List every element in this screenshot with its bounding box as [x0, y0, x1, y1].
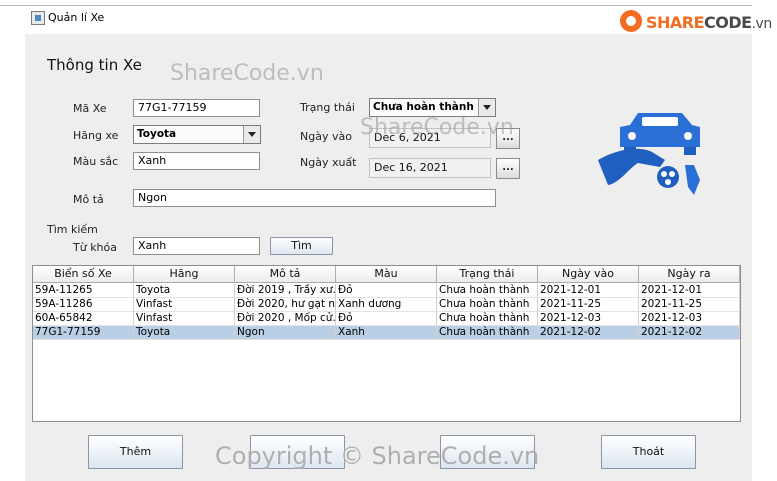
table-cell: Đời 2020 , Mốp cử...: [235, 312, 336, 326]
ngay-vao-date-field[interactable]: Dec 6, 2021: [369, 128, 491, 148]
ma-xe-label: Mã Xe: [73, 102, 107, 115]
logo-part3: .vn: [751, 16, 773, 32]
mo-ta-label: Mô tả: [73, 193, 104, 206]
sharecode-logo-text: SHARECODE.vn: [646, 13, 772, 32]
window-top-border: [0, 5, 752, 6]
vehicle-table[interactable]: Biển số Xe Hãng Mô tả Màu Trạng thái Ngà…: [32, 265, 741, 422]
table-cell: 77G1-77159: [33, 326, 134, 340]
hang-xe-select[interactable]: Toyota: [133, 125, 261, 144]
trang-thai-label: Trạng thái: [300, 101, 355, 114]
ma-xe-input[interactable]: 77G1-77159: [133, 99, 260, 117]
table-cell: Vinfast: [134, 312, 235, 326]
table-cell: Đời 2020, hư gạt n...: [235, 298, 336, 312]
ngay-xuat-label: Ngày xuất: [300, 156, 357, 169]
column-header[interactable]: Mô tả: [235, 266, 336, 282]
table-cell: Ngon: [235, 326, 336, 340]
table-cell: Chưa hoàn thành: [437, 312, 538, 326]
table-cell: Chưa hoàn thành: [437, 284, 538, 298]
dropdown-arrow-icon[interactable]: [243, 126, 260, 143]
edit-button[interactable]: [250, 435, 345, 469]
column-header[interactable]: Biển số Xe: [33, 266, 134, 282]
table-cell: 59A-11265: [33, 284, 134, 298]
mau-sac-input[interactable]: Xanh: [133, 152, 260, 170]
column-header[interactable]: Màu: [336, 266, 437, 282]
table-row-selected[interactable]: 77G1-77159 Toyota Ngon Xanh Chưa hoàn th…: [33, 326, 740, 340]
section-heading: Thông tin Xe: [47, 56, 142, 74]
car-service-hand-icon: [598, 113, 700, 195]
table-cell: Chưa hoàn thành: [437, 326, 538, 340]
table-cell: Đỏ: [336, 284, 437, 298]
table-cell: 2021-11-25: [538, 298, 639, 312]
hang-xe-label: Hãng xe: [73, 129, 119, 142]
column-header[interactable]: Trạng thái: [437, 266, 538, 282]
table-cell: 2021-11-25: [639, 298, 740, 312]
table-cell: Đỏ: [336, 312, 437, 326]
window-title: Quản lí Xe: [48, 11, 105, 24]
ngay-vao-picker-button[interactable]: ...: [496, 128, 520, 149]
logo-part1: SHARE: [646, 13, 705, 32]
table-cell: 2021-12-02: [538, 326, 639, 340]
table-row[interactable]: 60A-65842 Vinfast Đời 2020 , Mốp cử... Đ…: [33, 312, 740, 326]
table-cell: 2021-12-01: [639, 284, 740, 298]
title-bar: Quản lí Xe SHARECODE.vn: [0, 0, 777, 34]
trang-thai-select[interactable]: Chưa hoàn thành: [369, 98, 496, 117]
logo-part2: CODE: [704, 13, 752, 32]
exit-button[interactable]: Thoát: [601, 435, 696, 469]
table-cell: Toyota: [134, 284, 235, 298]
ngay-xuat-date-field[interactable]: Dec 16, 2021: [369, 158, 491, 178]
table-cell: Chưa hoàn thành: [437, 298, 538, 312]
table-cell: 2021-12-02: [639, 326, 740, 340]
search-section-label: Tìm kiếm: [47, 223, 98, 236]
search-button[interactable]: Tìm: [270, 237, 333, 255]
table-cell: 60A-65842: [33, 312, 134, 326]
sharecode-logo-icon: [620, 10, 642, 32]
table-row[interactable]: 59A-11286 Vinfast Đời 2020, hư gạt n... …: [33, 298, 740, 312]
column-header[interactable]: Hãng: [134, 266, 235, 282]
keyword-input[interactable]: Xanh: [133, 237, 260, 255]
trang-thai-selected: Chưa hoàn thành: [373, 101, 474, 113]
add-button[interactable]: Thêm: [88, 435, 183, 469]
dropdown-arrow-icon[interactable]: [478, 99, 495, 116]
table-cell: 2021-12-01: [538, 284, 639, 298]
table-cell: Đời 2019 , Trầy xư...: [235, 284, 336, 298]
column-header[interactable]: Ngày ra: [639, 266, 740, 282]
table-cell: Toyota: [134, 326, 235, 340]
table-cell: Xanh dương: [336, 298, 437, 312]
delete-button[interactable]: [440, 435, 535, 469]
table-cell: Vinfast: [134, 298, 235, 312]
mau-sac-label: Màu sắc: [73, 155, 119, 168]
table-cell: Xanh: [336, 326, 437, 340]
ngay-xuat-picker-button[interactable]: ...: [496, 158, 520, 179]
app-window-icon: [31, 11, 45, 25]
table-row[interactable]: 59A-11265 Toyota Đời 2019 , Trầy xư... Đ…: [33, 284, 740, 298]
table-header: Biển số Xe Hãng Mô tả Màu Trạng thái Ngà…: [33, 266, 740, 283]
hang-xe-selected: Toyota: [137, 128, 177, 140]
column-header[interactable]: Ngày vào: [538, 266, 639, 282]
keyword-label: Từ khóa: [73, 241, 117, 254]
ngay-vao-label: Ngày vào: [300, 130, 352, 143]
table-cell: 2021-12-03: [538, 312, 639, 326]
table-cell: 59A-11286: [33, 298, 134, 312]
table-cell: 2021-12-03: [639, 312, 740, 326]
mo-ta-input[interactable]: Ngon: [133, 189, 496, 207]
